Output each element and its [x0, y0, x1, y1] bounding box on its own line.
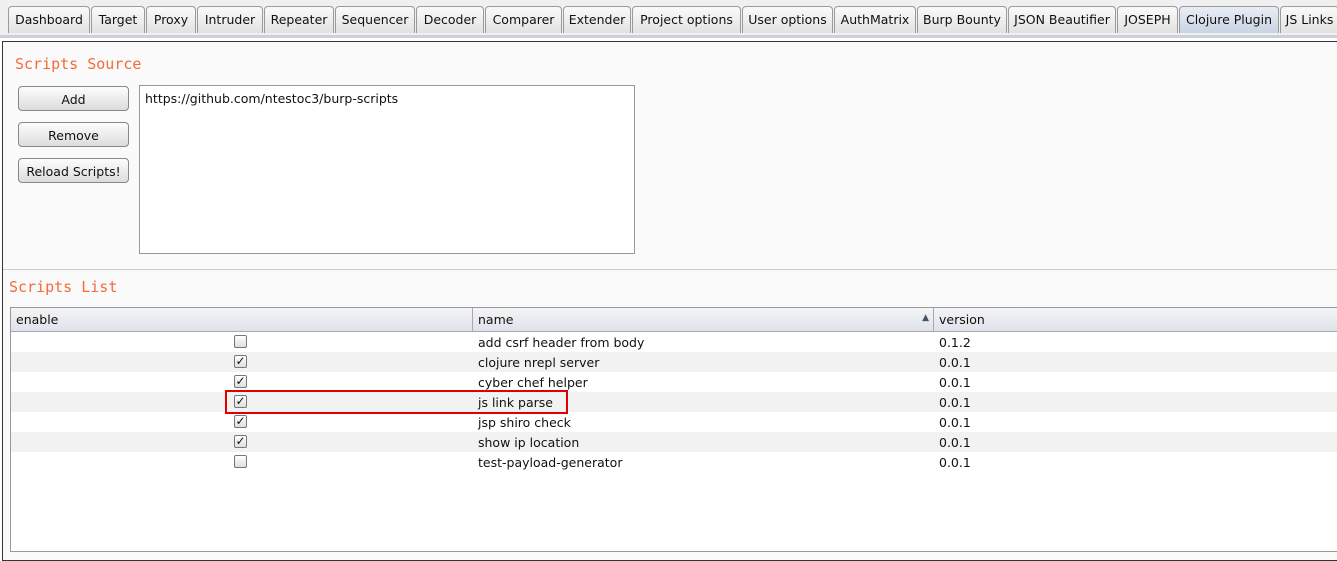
script-name: clojure nrepl server — [478, 355, 600, 370]
script-name: add csrf header from body — [478, 335, 645, 350]
tab-target[interactable]: Target — [91, 6, 145, 33]
reload-scripts-button[interactable]: Reload Scripts! — [18, 158, 129, 183]
tab-decoder[interactable]: Decoder — [416, 6, 484, 33]
column-header-name[interactable]: name ▲ — [473, 308, 934, 332]
script-version: 0.0.1 — [939, 415, 971, 430]
highlight-box — [225, 390, 568, 414]
scripts-source-list[interactable]: https://github.com/ntestoc3/burp-scripts — [139, 85, 635, 254]
scripts-table: enable name ▲ version add csrf header fro… — [10, 307, 1337, 552]
enable-checkbox[interactable]: ✓ — [234, 415, 247, 428]
script-name: cyber chef helper — [478, 375, 588, 390]
script-name: jsp shiro check — [478, 415, 571, 430]
source-entry[interactable]: https://github.com/ntestoc3/burp-scripts — [145, 91, 629, 106]
tab-clojure-plugin[interactable]: Clojure Plugin — [1179, 6, 1279, 33]
tab-burp-bounty[interactable]: Burp Bounty — [917, 6, 1007, 33]
scripts-source-heading: Scripts Source — [15, 55, 142, 73]
column-header-version[interactable]: version — [934, 308, 1337, 332]
tab-bar: Dashboard Target Proxy Intruder Repeater Sequ… — [0, 0, 1337, 38]
enable-checkbox[interactable] — [234, 455, 247, 468]
table-row[interactable]: ✓ cyber chef helper 0.0.1 — [11, 372, 1337, 392]
tab-user-options[interactable]: User options — [742, 6, 833, 33]
script-version: 0.0.1 — [939, 455, 971, 470]
tab-extender[interactable]: Extender — [563, 6, 631, 33]
enable-checkbox[interactable]: ✓ — [234, 375, 247, 388]
table-row[interactable]: ✓ js link parse 0.0.1 — [11, 392, 1337, 412]
script-name: show ip location — [478, 435, 580, 450]
tab-js-links[interactable]: JS Links — [1280, 6, 1337, 33]
table-row[interactable]: add csrf header from body 0.1.2 — [11, 332, 1337, 352]
script-version: 0.1.2 — [939, 335, 971, 350]
table-row[interactable]: ✓ jsp shiro check 0.0.1 — [11, 412, 1337, 432]
tab-authmatrix[interactable]: AuthMatrix — [834, 6, 916, 33]
table-row[interactable]: ✓ show ip location 0.0.1 — [11, 432, 1337, 452]
column-header-enable[interactable]: enable — [11, 308, 473, 332]
tab-joseph[interactable]: JOSEPH — [1117, 6, 1178, 33]
table-row[interactable]: ✓ clojure nrepl server 0.0.1 — [11, 352, 1337, 372]
remove-button[interactable]: Remove — [18, 122, 129, 147]
table-body: add csrf header from body 0.1.2 ✓ clojur… — [11, 332, 1337, 472]
script-name: test-payload-generator — [478, 455, 623, 470]
script-version: 0.0.1 — [939, 355, 971, 370]
script-version: 0.0.1 — [939, 435, 971, 450]
tab-comparer[interactable]: Comparer — [485, 6, 562, 33]
tab-repeater[interactable]: Repeater — [264, 6, 334, 33]
table-row[interactable]: test-payload-generator 0.0.1 — [11, 452, 1337, 472]
tab-project-options[interactable]: Project options — [632, 6, 741, 33]
tab-sequencer[interactable]: Sequencer — [335, 6, 415, 33]
divider — [3, 269, 1337, 270]
enable-checkbox[interactable]: ✓ — [234, 435, 247, 448]
tab-proxy[interactable]: Proxy — [146, 6, 196, 33]
enable-checkbox[interactable]: ✓ — [234, 355, 247, 368]
scripts-list-heading: Scripts List — [9, 278, 118, 296]
script-version: 0.0.1 — [939, 375, 971, 390]
tab-intruder[interactable]: Intruder — [197, 6, 263, 33]
tab-dashboard[interactable]: Dashboard — [8, 6, 90, 33]
add-button[interactable]: Add — [18, 86, 129, 111]
column-name-label: name — [478, 312, 514, 327]
script-version: 0.0.1 — [939, 395, 971, 410]
table-header: enable name ▲ version — [11, 308, 1337, 332]
tab-json-beautifier[interactable]: JSON Beautifier — [1008, 6, 1116, 33]
enable-checkbox[interactable] — [234, 335, 247, 348]
sort-ascending-icon: ▲ — [922, 313, 929, 323]
